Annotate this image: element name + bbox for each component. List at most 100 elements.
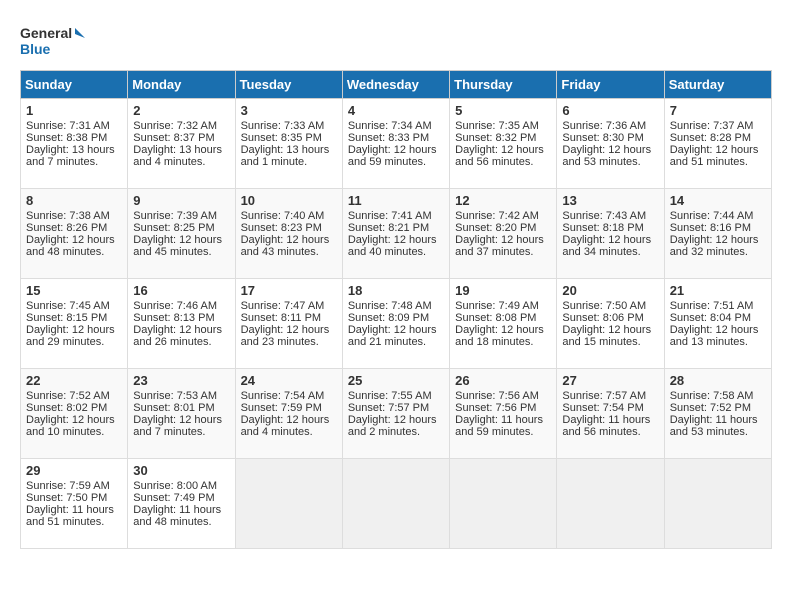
daylight-label: Daylight: 12 hours and 40 minutes.	[348, 234, 437, 258]
day-number: 25	[348, 373, 444, 388]
sunset-label: Sunset: 7:56 PM	[455, 402, 536, 414]
calendar-cell-day-12: 12Sunrise: 7:42 AMSunset: 8:20 PMDayligh…	[450, 189, 557, 279]
daylight-label: Daylight: 12 hours and 51 minutes.	[670, 144, 759, 168]
svg-text:General: General	[20, 25, 72, 41]
day-number: 3	[241, 103, 337, 118]
calendar-cell-day-29: 29Sunrise: 7:59 AMSunset: 7:50 PMDayligh…	[21, 459, 128, 549]
calendar-cell-day-27: 27Sunrise: 7:57 AMSunset: 7:54 PMDayligh…	[557, 369, 664, 459]
sunset-label: Sunset: 8:18 PM	[562, 222, 643, 234]
daylight-label: Daylight: 12 hours and 34 minutes.	[562, 234, 651, 258]
sunrise-label: Sunrise: 7:55 AM	[348, 390, 432, 402]
daylight-label: Daylight: 12 hours and 26 minutes.	[133, 324, 222, 348]
sunset-label: Sunset: 8:11 PM	[241, 312, 322, 324]
sunset-label: Sunset: 7:52 PM	[670, 402, 751, 414]
col-saturday: Saturday	[664, 71, 771, 99]
calendar-cell-day-15: 15Sunrise: 7:45 AMSunset: 8:15 PMDayligh…	[21, 279, 128, 369]
sunset-label: Sunset: 7:59 PM	[241, 402, 322, 414]
sunset-label: Sunset: 8:25 PM	[133, 222, 214, 234]
sunrise-label: Sunrise: 7:36 AM	[562, 120, 646, 132]
daylight-label: Daylight: 13 hours and 7 minutes.	[26, 144, 115, 168]
day-number: 30	[133, 463, 229, 478]
sunrise-label: Sunrise: 7:34 AM	[348, 120, 432, 132]
daylight-label: Daylight: 12 hours and 53 minutes.	[562, 144, 651, 168]
daylight-label: Daylight: 12 hours and 21 minutes.	[348, 324, 437, 348]
day-number: 14	[670, 193, 766, 208]
calendar-cell-day-8: 8Sunrise: 7:38 AMSunset: 8:26 PMDaylight…	[21, 189, 128, 279]
day-number: 21	[670, 283, 766, 298]
day-number: 13	[562, 193, 658, 208]
calendar-header-row: Sunday Monday Tuesday Wednesday Thursday…	[21, 71, 772, 99]
daylight-label: Daylight: 12 hours and 32 minutes.	[670, 234, 759, 258]
sunset-label: Sunset: 8:32 PM	[455, 132, 536, 144]
calendar-row-1: 1Sunrise: 7:31 AMSunset: 8:38 PMDaylight…	[21, 99, 772, 189]
day-number: 26	[455, 373, 551, 388]
day-number: 17	[241, 283, 337, 298]
sunrise-label: Sunrise: 7:53 AM	[133, 390, 217, 402]
sunset-label: Sunset: 8:08 PM	[455, 312, 536, 324]
calendar-row-5: 29Sunrise: 7:59 AMSunset: 7:50 PMDayligh…	[21, 459, 772, 549]
svg-text:Blue: Blue	[20, 41, 51, 57]
day-number: 10	[241, 193, 337, 208]
sunrise-label: Sunrise: 8:00 AM	[133, 480, 217, 492]
day-number: 28	[670, 373, 766, 388]
sunrise-label: Sunrise: 7:52 AM	[26, 390, 110, 402]
calendar-cell-day-2: 2Sunrise: 7:32 AMSunset: 8:37 PMDaylight…	[128, 99, 235, 189]
day-number: 12	[455, 193, 551, 208]
day-number: 16	[133, 283, 229, 298]
calendar-cell-empty	[450, 459, 557, 549]
calendar-row-3: 15Sunrise: 7:45 AMSunset: 8:15 PMDayligh…	[21, 279, 772, 369]
day-number: 11	[348, 193, 444, 208]
sunrise-label: Sunrise: 7:59 AM	[26, 480, 110, 492]
sunrise-label: Sunrise: 7:49 AM	[455, 300, 539, 312]
calendar-cell-day-11: 11Sunrise: 7:41 AMSunset: 8:21 PMDayligh…	[342, 189, 449, 279]
sunrise-label: Sunrise: 7:48 AM	[348, 300, 432, 312]
daylight-label: Daylight: 12 hours and 43 minutes.	[241, 234, 330, 258]
calendar-cell-day-18: 18 Sunrise: 7:48 AMSunset: 8:09 PMDayligh…	[342, 279, 449, 369]
daylight-label: Daylight: 11 hours and 59 minutes.	[455, 414, 543, 438]
calendar-cell-day-1: 1Sunrise: 7:31 AMSunset: 8:38 PMDaylight…	[21, 99, 128, 189]
sunset-label: Sunset: 8:09 PM	[348, 312, 429, 324]
sunrise-label: Sunrise: 7:47 AM	[241, 300, 325, 312]
sunrise-label: Sunrise: 7:33 AM	[241, 120, 325, 132]
logo-svg: General Blue	[20, 20, 90, 60]
sunset-label: Sunset: 8:35 PM	[241, 132, 322, 144]
sunrise-label: Sunrise: 7:43 AM	[562, 210, 646, 222]
col-thursday: Thursday	[450, 71, 557, 99]
col-tuesday: Tuesday	[235, 71, 342, 99]
sunset-label: Sunset: 7:54 PM	[562, 402, 643, 414]
sunset-label: Sunset: 7:57 PM	[348, 402, 429, 414]
sunset-label: Sunset: 8:23 PM	[241, 222, 322, 234]
day-number: 20	[562, 283, 658, 298]
sunset-label: Sunset: 8:28 PM	[670, 132, 751, 144]
day-number: 5	[455, 103, 551, 118]
sunrise-label: Sunrise: 7:51 AM	[670, 300, 754, 312]
sunrise-label: Sunrise: 7:41 AM	[348, 210, 432, 222]
sunrise-label: Sunrise: 7:42 AM	[455, 210, 539, 222]
day-number: 18	[348, 283, 444, 298]
daylight-label: Daylight: 12 hours and 29 minutes.	[26, 324, 115, 348]
calendar-cell-day-28: 28Sunrise: 7:58 AMSunset: 7:52 PMDayligh…	[664, 369, 771, 459]
day-number: 27	[562, 373, 658, 388]
sunset-label: Sunset: 8:30 PM	[562, 132, 643, 144]
sunrise-label: Sunrise: 7:37 AM	[670, 120, 754, 132]
sunrise-label: Sunrise: 7:31 AM	[26, 120, 110, 132]
daylight-label: Daylight: 12 hours and 7 minutes.	[133, 414, 222, 438]
sunset-label: Sunset: 8:20 PM	[455, 222, 536, 234]
daylight-label: Daylight: 12 hours and 4 minutes.	[241, 414, 330, 438]
calendar-cell-day-4: 4Sunrise: 7:34 AMSunset: 8:33 PMDaylight…	[342, 99, 449, 189]
sunset-label: Sunset: 8:38 PM	[26, 132, 107, 144]
calendar-cell-day-16: 16Sunrise: 7:46 AMSunset: 8:13 PMDayligh…	[128, 279, 235, 369]
calendar-cell-empty	[235, 459, 342, 549]
calendar-cell-day-26: 26Sunrise: 7:56 AMSunset: 7:56 PMDayligh…	[450, 369, 557, 459]
calendar-cell-day-21: 21Sunrise: 7:51 AMSunset: 8:04 PMDayligh…	[664, 279, 771, 369]
sunrise-label: Sunrise: 7:46 AM	[133, 300, 217, 312]
sunset-label: Sunset: 8:06 PM	[562, 312, 643, 324]
day-number: 9	[133, 193, 229, 208]
day-number: 7	[670, 103, 766, 118]
calendar-cell-day-20: 20Sunrise: 7:50 AMSunset: 8:06 PMDayligh…	[557, 279, 664, 369]
sunset-label: Sunset: 8:15 PM	[26, 312, 107, 324]
sunrise-label: Sunrise: 7:39 AM	[133, 210, 217, 222]
calendar-cell-day-30: 30Sunrise: 8:00 AMSunset: 7:49 PMDayligh…	[128, 459, 235, 549]
calendar-row-4: 22Sunrise: 7:52 AMSunset: 8:02 PMDayligh…	[21, 369, 772, 459]
sunset-label: Sunset: 8:26 PM	[26, 222, 107, 234]
